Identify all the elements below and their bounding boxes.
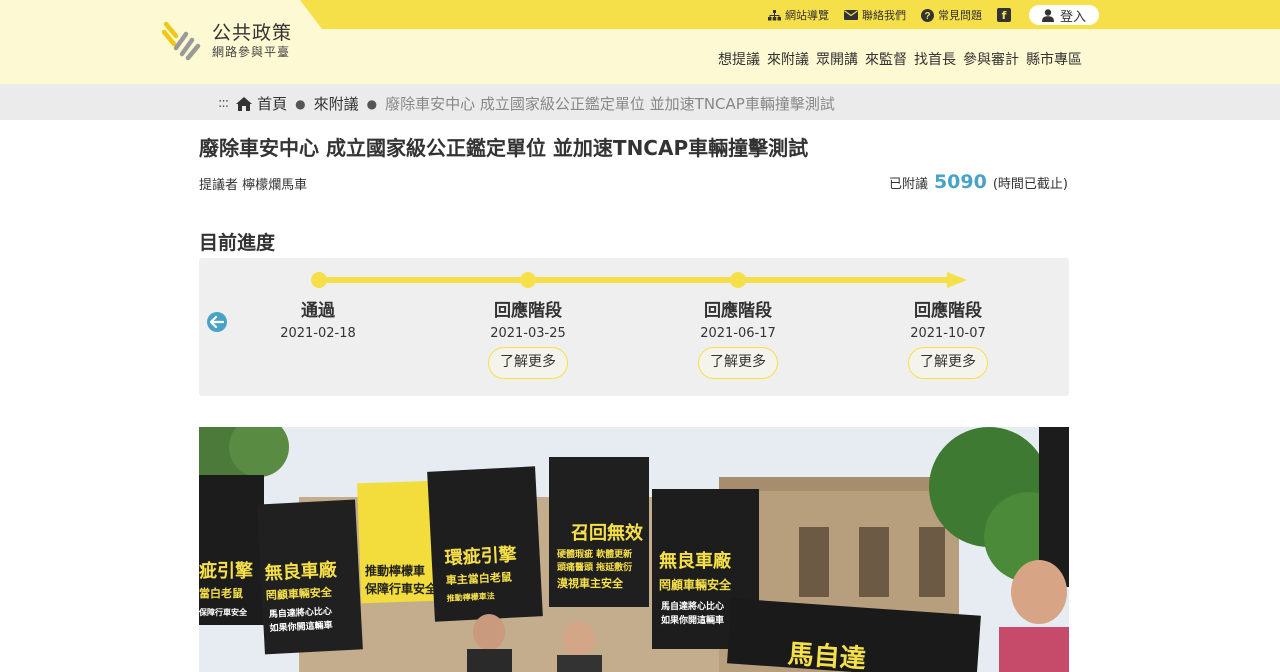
page-title: 廢除車安中心 成立國家級公正鑑定單位 並加速TNCAP車輛撞擊測試: [199, 136, 809, 160]
deadline-status: (時間已截止): [992, 177, 1068, 192]
sign-text: 硬體瑕疵 軟體更新: [557, 548, 632, 560]
breadcrumb-bar: ::: 首頁 ● 來附議 ● 廢除車安中心 成立國家級公正鑑定單位 並加速TNC…: [0, 84, 1280, 120]
stage-name: 回應階段: [914, 301, 982, 321]
faq-link[interactable]: ? 常見問題: [921, 7, 982, 23]
sign-text: 馬自達將心比心: [660, 600, 724, 612]
user-icon: [1041, 8, 1054, 22]
signed-number: 5090: [933, 171, 987, 193]
sign-text: 罔顧車輛安全: [659, 577, 732, 592]
breadcrumb: ::: 首頁 ● 來附議 ● 廢除車安中心 成立國家級公正鑑定單位 並加速TNC…: [218, 93, 835, 114]
proposal-photo: 召回無效 硬體瑕疵 軟體更新 頭痛醫頭 拖延敷衍 漠視車主安全 環疵引擎 車主當…: [199, 427, 1069, 672]
breadcrumb-home[interactable]: 首頁: [257, 93, 287, 114]
logo-subtitle: 網路參與平臺: [212, 45, 291, 59]
stage-name: 回應階段: [494, 301, 562, 321]
stage-date: 2021-02-18: [280, 326, 356, 341]
stage-date: 2021-03-25: [490, 326, 566, 341]
sitemap-label: 網站導覽: [785, 9, 829, 22]
nav-item-propose[interactable]: 想提議: [718, 49, 760, 69]
nav-item-audit[interactable]: 參與審計: [963, 49, 1019, 69]
question-icon: ?: [921, 8, 934, 22]
site-logo[interactable]: 公共政策 網路參與平臺: [162, 18, 312, 64]
sign-text: 疵引擎: [199, 560, 253, 582]
main-nav: 想提議 來附議 眾開講 來監督 找首長 參與審計 縣市專區: [718, 49, 1089, 69]
nav-item-endorse[interactable]: 來附議: [767, 49, 809, 69]
breadcrumb-separator: ●: [366, 96, 378, 111]
sign-text: 召回無效: [571, 522, 644, 544]
timeline-stage: 通過 2021-02-18: [233, 296, 403, 341]
sign-text: 漠視車主安全: [557, 576, 624, 590]
nav-item-discuss[interactable]: 眾開講: [816, 49, 858, 69]
timeline-dot: [520, 272, 536, 288]
signed-label: 已附議: [888, 177, 928, 192]
logo-title: 公共政策: [212, 22, 293, 44]
progress-timeline: 通過 2021-02-18 回應階段 2021-03-25 了解更多 回應階段 …: [199, 258, 1069, 396]
timeline-back-arrow-icon[interactable]: [207, 312, 227, 332]
sitemap-icon: [768, 9, 781, 20]
sign-text: 推動檸檬車: [365, 563, 425, 578]
sign-text: 無良車廠: [659, 550, 732, 572]
proposer-label: 提議者: [199, 178, 239, 193]
protest-photo-illustration: 召回無效 硬體瑕疵 軟體更新 頭痛醫頭 拖延敷衍 漠視車主安全 環疵引擎 車主當…: [199, 427, 1069, 672]
stage-name: 回應階段: [704, 301, 772, 321]
sign-text: 如果你開這輛車: [661, 614, 724, 626]
learn-more-button[interactable]: 了解更多: [488, 347, 568, 379]
progress-heading: 目前進度: [199, 232, 276, 254]
timeline-dot: [311, 272, 327, 288]
timeline-stage: 回應階段 2021-03-25 了解更多: [443, 296, 613, 379]
breadcrumb-dots-icon: :::: [218, 96, 229, 111]
stage-date: 2021-06-17: [700, 326, 776, 341]
utility-links: 網站導覽 聯絡我們 ? 常見問題 f 登入: [768, 5, 1099, 25]
sign-text: 頭痛醫頭 拖延敷衍: [557, 561, 632, 573]
sign-text: 環疵引擎: [444, 543, 517, 569]
nav-item-monitor[interactable]: 來監督: [865, 49, 907, 69]
mail-icon: [844, 10, 858, 20]
signature-count: 已附議 5090 (時間已截止): [889, 171, 1068, 193]
timeline-stage: 回應階段 2021-06-17 了解更多: [653, 296, 823, 379]
proposer-info: 提議者 檸檬爛馬車: [199, 174, 307, 193]
stage-date: 2021-10-07: [910, 326, 986, 341]
sitemap-link[interactable]: 網站導覽: [768, 7, 829, 23]
nav-item-local[interactable]: 縣市專區: [1026, 49, 1082, 69]
stage-name: 通過: [301, 301, 335, 321]
contact-label: 聯絡我們: [862, 9, 906, 22]
faq-label: 常見問題: [938, 9, 982, 22]
learn-more-button[interactable]: 了解更多: [908, 347, 988, 379]
home-icon[interactable]: [236, 96, 253, 111]
breadcrumb-current: 廢除車安中心 成立國家級公正鑑定單位 並加速TNCAP車輛撞擊測試: [385, 95, 835, 113]
login-label: 登入: [1059, 9, 1086, 25]
timeline-dot: [730, 272, 746, 288]
login-button[interactable]: 登入: [1029, 5, 1099, 25]
svg-text:?: ?: [924, 11, 930, 22]
contact-link[interactable]: 聯絡我們: [844, 7, 906, 23]
timeline-stage: 回應階段 2021-10-07 了解更多: [863, 296, 1033, 379]
arrow-left-icon: [210, 316, 224, 328]
timeline-arrow-icon: [947, 272, 967, 288]
sign-text: 馬自達: [787, 638, 867, 672]
proposer-name: 檸檬爛馬車: [242, 178, 308, 193]
logo-mark-icon: [162, 21, 201, 61]
sign-text: 保障行車安全: [199, 607, 248, 617]
nav-item-officials[interactable]: 找首長: [914, 49, 956, 69]
sign-text: 當白老鼠: [199, 586, 243, 600]
learn-more-button[interactable]: 了解更多: [698, 347, 778, 379]
site-header: 公共政策 網路參與平臺 網站導覽 聯絡我們 ? 常見問題 f 登入 想提議 來附…: [0, 0, 1280, 84]
sign-text: 無良車廠: [264, 559, 338, 585]
sign-text: 保障行車安全: [364, 581, 438, 596]
breadcrumb-section[interactable]: 來附議: [314, 93, 359, 114]
facebook-icon[interactable]: f: [997, 8, 1011, 22]
breadcrumb-separator: ●: [295, 96, 306, 111]
